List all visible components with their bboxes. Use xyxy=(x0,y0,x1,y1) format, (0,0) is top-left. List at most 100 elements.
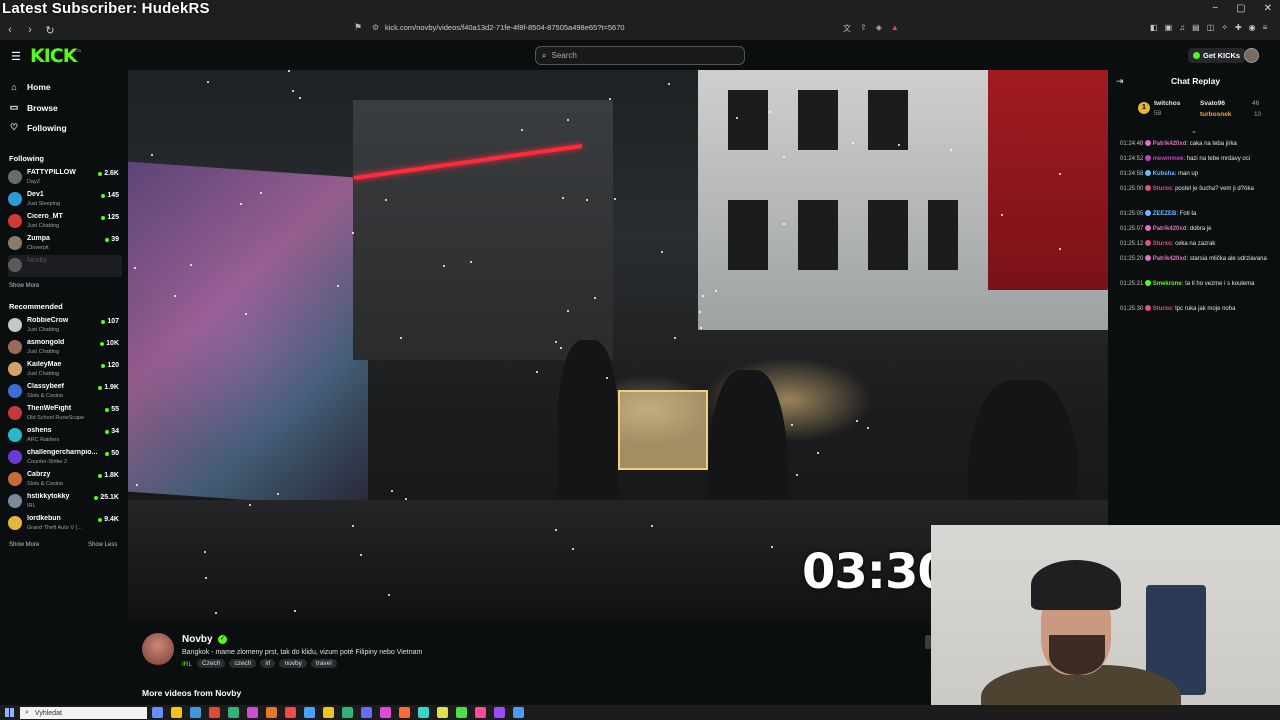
expand-leaderboard-icon[interactable]: ⌄ xyxy=(1191,127,1197,135)
taskbar-app-icon[interactable] xyxy=(342,707,353,718)
taskbar-app-icon[interactable] xyxy=(380,707,391,718)
streamer-avatar[interactable] xyxy=(142,633,174,665)
windows-start-icon[interactable] xyxy=(5,708,14,717)
taskbar-app-icon[interactable] xyxy=(361,707,372,718)
sidebar-channel[interactable]: asmongold Just Chatting 10K xyxy=(8,337,122,359)
viewer-count: 34 xyxy=(105,428,119,435)
chat-username[interactable]: mewmmee xyxy=(1153,156,1184,162)
minimize-icon[interactable]: − xyxy=(1212,3,1218,14)
maximize-icon[interactable]: ▢ xyxy=(1236,3,1245,14)
taskbar-app-icon[interactable] xyxy=(323,707,334,718)
wallet-icon[interactable]: ◉ xyxy=(1249,23,1256,32)
collapse-chat-icon[interactable]: ⇥ xyxy=(1116,76,1124,87)
sidebar-item-home[interactable]: ⌂ Home xyxy=(9,82,50,92)
taskbar-app-icon[interactable] xyxy=(228,707,239,718)
chat-username[interactable]: Smekrone xyxy=(1153,281,1182,287)
extension-icon[interactable]: ♫ xyxy=(1179,23,1185,32)
chat-username[interactable]: ZEEZEB xyxy=(1153,211,1177,217)
extension-icon[interactable]: ▤ xyxy=(1192,23,1200,32)
user-avatar[interactable] xyxy=(1244,48,1259,63)
sidebar-item-browse[interactable]: ▭ Browse xyxy=(9,102,58,113)
taskbar-app-icon[interactable] xyxy=(399,707,410,718)
reload-icon[interactable]: ↻ xyxy=(40,24,60,37)
search-input[interactable]: ⌕ Search xyxy=(535,46,745,65)
sidebar-channel[interactable]: KaileyMae Just Chatting 120 xyxy=(8,359,122,381)
stream-tag[interactable]: czech xyxy=(229,659,257,668)
taskbar-app-icon[interactable] xyxy=(513,707,524,718)
chat-username[interactable]: Sturxo xyxy=(1153,241,1172,247)
hamburger-menu-icon[interactable]: ☰ xyxy=(11,50,21,63)
sidebar-channel[interactable]: Dev1 Just Sleeping 145 xyxy=(8,189,122,211)
menu-icon[interactable]: ≡ xyxy=(1263,23,1268,32)
sidebar-channel[interactable]: Novby xyxy=(8,255,122,277)
chat-username[interactable]: Patrik420xd xyxy=(1153,141,1187,147)
leaderboard-name[interactable]: twitchos xyxy=(1154,100,1180,107)
chat-text: Foti ta xyxy=(1179,211,1197,217)
address-bar[interactable]: kick.com/novby/videos/f40a13d2-71fe-4f8f… xyxy=(385,23,625,32)
chat-username[interactable]: Kubsha xyxy=(1153,171,1175,177)
extension-icon[interactable]: ✚ xyxy=(1235,23,1242,32)
brave-rewards-icon[interactable]: ▲ xyxy=(891,23,899,34)
extension-icon[interactable]: ◫ xyxy=(1207,23,1215,32)
stream-tag[interactable]: Czech xyxy=(197,659,226,668)
extension-icon[interactable]: ◧ xyxy=(1150,23,1158,32)
forward-icon[interactable]: › xyxy=(20,24,40,36)
sidebar-channel[interactable]: Classybeef Slots & Casino 1.9K xyxy=(8,381,122,403)
extension-icon[interactable]: ▣ xyxy=(1165,23,1173,32)
stream-category[interactable]: IRL xyxy=(182,661,192,668)
chat-username[interactable]: Patrik420xd xyxy=(1153,226,1187,232)
chat-text: ceka na zazrak xyxy=(1175,241,1216,247)
sidebar-channel[interactable]: challengercharnpio... Counter-Strike 2 50 xyxy=(8,447,122,469)
taskbar-search-input[interactable]: ⌕ Vyhledat xyxy=(20,707,147,719)
show-more-following-link[interactable]: Show More xyxy=(9,283,39,289)
taskbar-app-icon[interactable] xyxy=(304,707,315,718)
sidebar-channel[interactable]: lordkebun Grand Theft Auto V (... 9.4K xyxy=(8,513,122,535)
sidebar-channel[interactable]: ThenWeFight Old School RuneScape 55 xyxy=(8,403,122,425)
sidebar-channel[interactable]: RobbieCrow Just Chatting 107 xyxy=(8,315,122,337)
chat-username[interactable]: Sturxo xyxy=(1153,186,1172,192)
sidebar-channel[interactable]: FATTYPILLOW DayZ 2.6K xyxy=(8,167,122,189)
streamer-name[interactable]: Novby xyxy=(182,634,213,645)
kick-logo[interactable]: KICK xyxy=(30,45,77,67)
show-more-link[interactable]: Show More xyxy=(9,542,39,548)
sidebar-item-following[interactable]: ♡ Following xyxy=(9,122,67,133)
taskbar-app-icon[interactable] xyxy=(247,707,258,718)
back-icon[interactable]: ‹ xyxy=(0,24,20,36)
extension-icon[interactable]: ✧ xyxy=(1221,23,1228,32)
countdown-timer: 03:30 xyxy=(802,544,951,600)
snowflake xyxy=(215,612,217,614)
shield-icon[interactable]: ◈ xyxy=(876,23,882,34)
taskbar-app-icon[interactable] xyxy=(456,707,467,718)
taskbar-app-icon[interactable] xyxy=(494,707,505,718)
sidebar-channel[interactable]: Cicero_MT Just Chatting 125 xyxy=(8,211,122,233)
taskbar-app-icon[interactable] xyxy=(418,707,429,718)
leaderboard-name[interactable]: Svato96 xyxy=(1200,100,1225,107)
bookmark-icon[interactable]: ⚑ xyxy=(354,22,362,33)
translate-icon[interactable]: 文 xyxy=(843,23,851,34)
share-icon[interactable]: ⇪ xyxy=(860,23,867,34)
taskbar-app-icon[interactable] xyxy=(190,707,201,718)
site-info-icon[interactable]: ⚙ xyxy=(372,23,379,32)
snowflake xyxy=(594,297,596,299)
taskbar-app-icon[interactable] xyxy=(437,707,448,718)
taskbar-app-icon[interactable] xyxy=(209,707,220,718)
get-kicks-button[interactable]: Get KICKs xyxy=(1188,48,1246,63)
sidebar-channel[interactable]: Zumpa Cloverpit 39 xyxy=(8,233,122,255)
sidebar-channel[interactable]: hstikkytokky IRL 25.1K xyxy=(8,491,122,513)
taskbar-app-icon[interactable] xyxy=(266,707,277,718)
stream-tag[interactable]: travel xyxy=(310,659,337,668)
sidebar-channel[interactable]: Cabrzy Slots & Casino 1.8K xyxy=(8,469,122,491)
taskbar-app-icon[interactable] xyxy=(171,707,182,718)
stream-tag[interactable]: irl xyxy=(260,659,276,668)
taskbar-app-icon[interactable] xyxy=(285,707,296,718)
chat-username[interactable]: Sturxo xyxy=(1153,306,1172,312)
leaderboard-name[interactable]: turbosnek xyxy=(1200,111,1231,118)
chat-username[interactable]: Patrik420xd xyxy=(1153,256,1187,262)
stream-tag[interactable]: novby xyxy=(279,659,307,668)
close-icon[interactable]: ✕ xyxy=(1264,3,1272,14)
sidebar-channel[interactable]: oshens ARC Raiders 34 xyxy=(8,425,122,447)
taskbar-app-icon[interactable] xyxy=(152,707,163,718)
verified-badge-icon: ✓ xyxy=(218,635,227,644)
show-less-link[interactable]: Show Less xyxy=(88,542,117,548)
taskbar-app-icon[interactable] xyxy=(475,707,486,718)
